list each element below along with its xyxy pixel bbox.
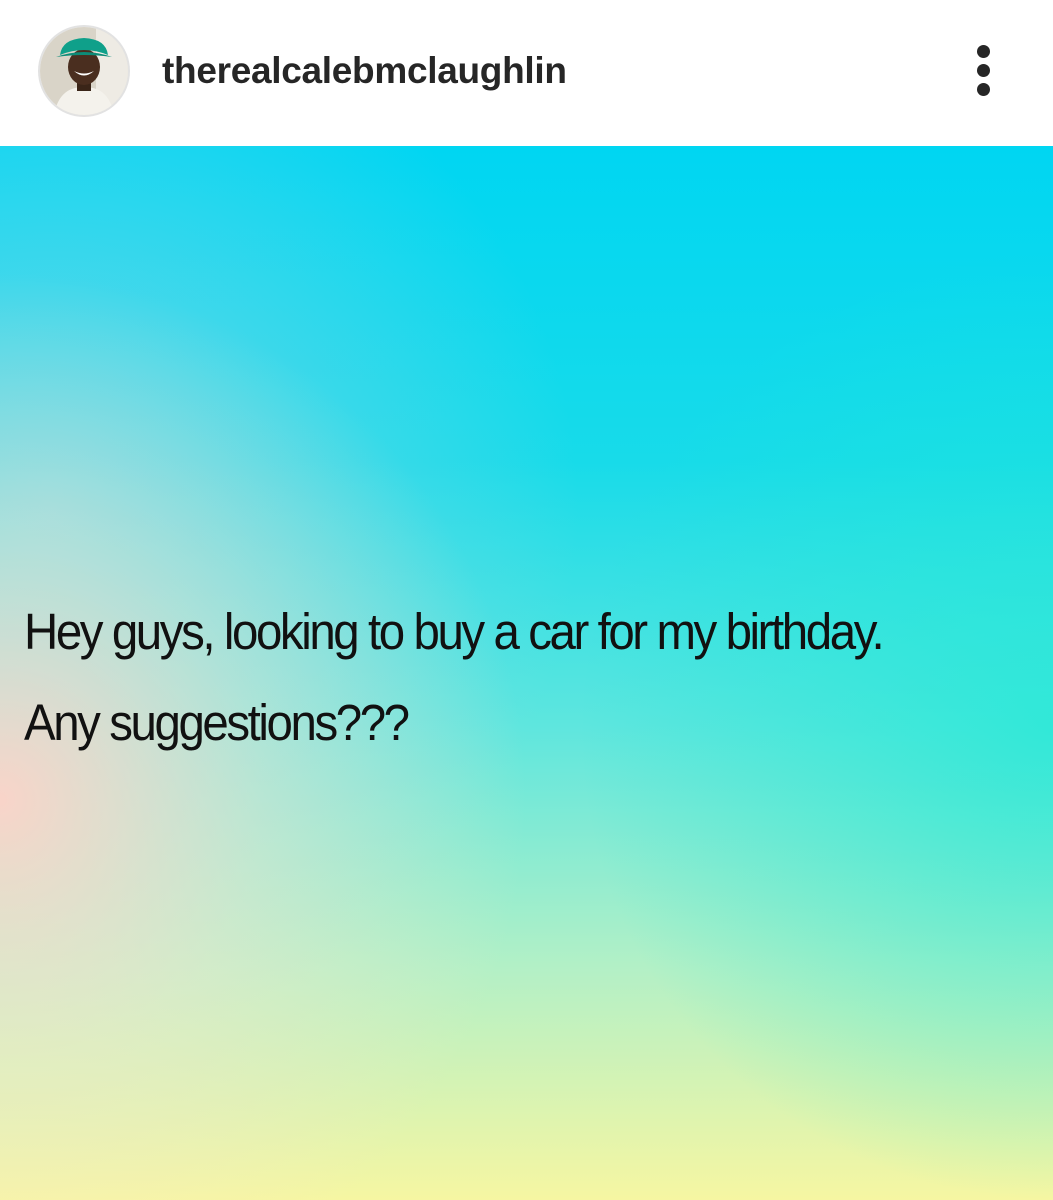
instagram-post: therealcalebmclaughlin Hey guys, looking… bbox=[0, 0, 1053, 1200]
caption-line-1: Hey guys, looking to buy a car for my bi… bbox=[24, 603, 885, 660]
profile-photo-icon bbox=[40, 27, 128, 115]
more-options-button[interactable] bbox=[958, 38, 1010, 104]
more-vertical-icon bbox=[977, 45, 990, 58]
post-caption-text: Hey guys, looking to buy a car for my bi… bbox=[24, 586, 977, 768]
more-vertical-icon-dot bbox=[977, 64, 990, 77]
avatar[interactable] bbox=[40, 27, 128, 115]
post-image[interactable]: Hey guys, looking to buy a car for my bi… bbox=[0, 146, 1053, 1200]
username-link[interactable]: therealcalebmclaughlin bbox=[162, 46, 567, 96]
post-header: therealcalebmclaughlin bbox=[0, 0, 1053, 146]
more-vertical-icon-dot bbox=[977, 83, 990, 96]
caption-line-2: Any suggestions??? bbox=[24, 694, 410, 751]
